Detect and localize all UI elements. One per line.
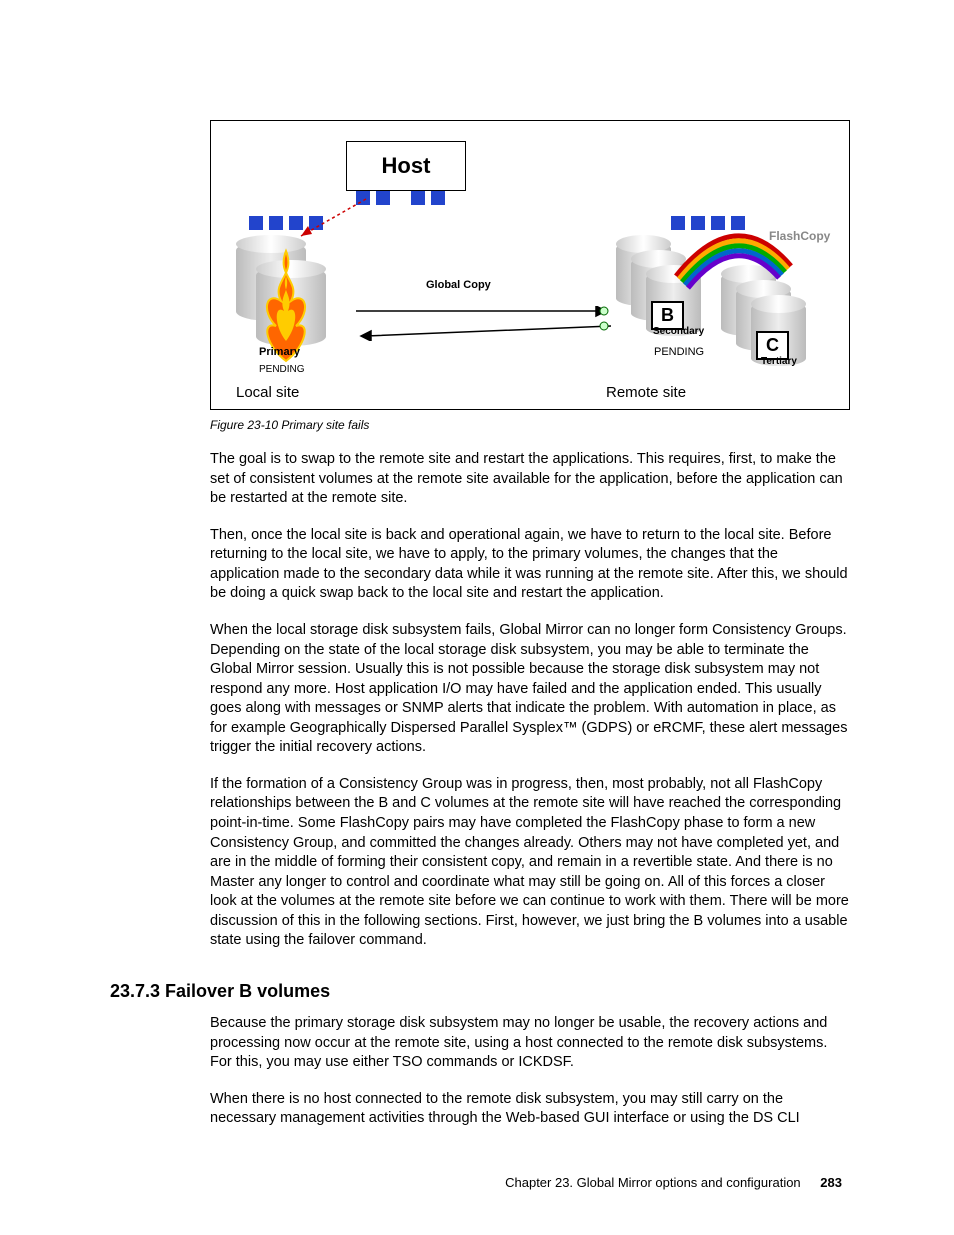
tertiary-label: Tertiary [761,356,797,367]
body-text: Because the primary storage disk subsyst… [210,1014,850,1129]
figure-diagram: Host [210,120,850,410]
paragraph: If the formation of a Consistency Group … [210,775,850,951]
local-site-label: Local site [236,384,299,401]
chapter-label: Chapter 23. Global Mirror options and co… [505,1175,801,1190]
paragraph: When the local storage disk subsystem fa… [210,621,850,758]
figure-caption: Figure 23-10 Primary site fails [210,418,850,432]
body-text: The goal is to swap to the remote site a… [210,450,850,951]
global-copy-arrow-icon [356,306,611,341]
page-footer: Chapter 23. Global Mirror options and co… [505,1175,842,1190]
dashed-arrow-icon [286,194,371,244]
paragraph: Because the primary storage disk subsyst… [210,1014,850,1073]
host-box: Host [346,141,466,191]
page-number: 283 [820,1175,842,1190]
primary-label: Primary [259,346,300,358]
pending-local-label: PENDING [259,364,305,375]
global-copy-label: Global Copy [426,279,491,291]
flashcopy-label: FlashCopy [769,229,830,243]
paragraph: When there is no host connected to the r… [210,1090,850,1129]
remote-site-label: Remote site [606,384,686,401]
paragraph: Then, once the local site is back and op… [210,526,850,604]
paragraph: The goal is to swap to the remote site a… [210,450,850,509]
section-heading: 23.7.3 Failover B volumes [110,981,850,1002]
host-squares-right [411,191,445,205]
pending-remote-label: PENDING [654,346,704,358]
secondary-label: Secondary [653,326,704,337]
